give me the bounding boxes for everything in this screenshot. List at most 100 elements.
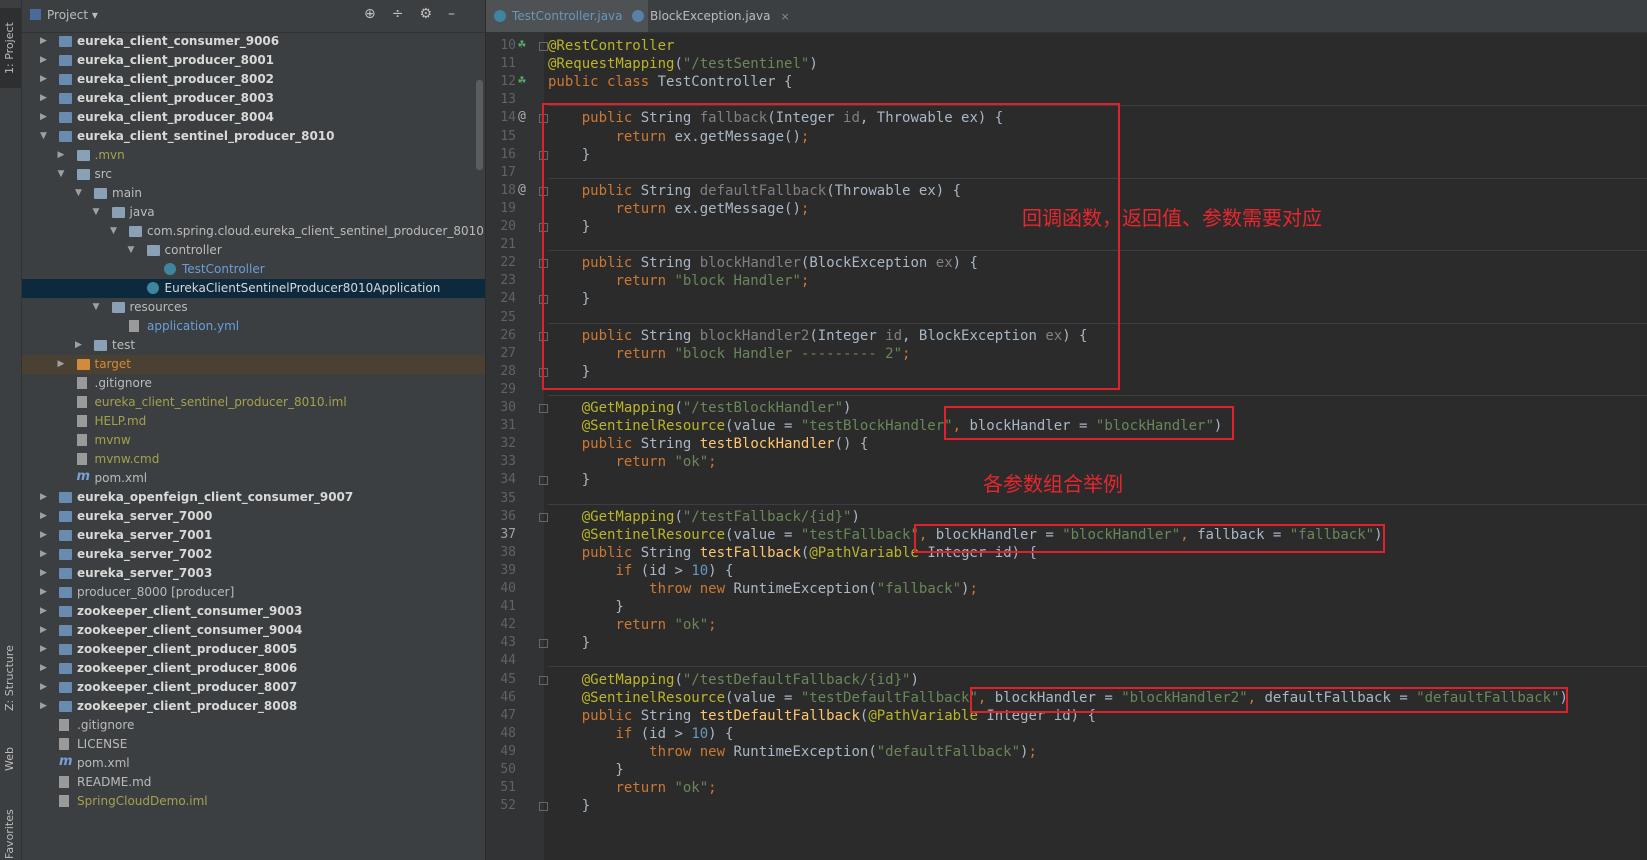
chevron-right-icon[interactable]: ▶: [40, 697, 47, 716]
tree-item[interactable]: ▼ eureka_client_sentinel_producer_8010: [22, 127, 485, 146]
tree-item[interactable]: LICENSE: [22, 735, 485, 754]
crosshair-icon[interactable]: ⊕: [364, 6, 392, 22]
tree-item[interactable]: ▼ controller: [22, 241, 485, 260]
tree-item[interactable]: ▶ eureka_client_producer_8004: [22, 108, 485, 127]
tree-item[interactable]: ▼ resources: [22, 298, 485, 317]
project-view-selector[interactable]: Project ▾: [30, 8, 98, 22]
spring-bean-icon[interactable]: ☘: [518, 37, 526, 52]
chevron-right-icon[interactable]: ▶: [40, 602, 47, 621]
tree-item[interactable]: ▶ .mvn: [22, 146, 485, 165]
tree-item[interactable]: eureka_client_sentinel_producer_8010.iml: [22, 393, 485, 412]
tree-item[interactable]: ▶ eureka_server_7002: [22, 545, 485, 564]
chevron-right-icon[interactable]: ▶: [40, 545, 47, 564]
tree-item[interactable]: mvnw: [22, 431, 485, 450]
chevron-right-icon[interactable]: ▶: [40, 51, 47, 70]
chevron-right-icon[interactable]: ▶: [40, 678, 47, 697]
tree-item[interactable]: ▶ zookeeper_client_producer_8005: [22, 640, 485, 659]
fold-marker-icon[interactable]: [539, 802, 548, 812]
tab-structure-vertical[interactable]: Z: Structure: [0, 625, 21, 715]
tree-item[interactable]: ▶ target: [22, 355, 485, 374]
collapse-icon[interactable]: ÷: [392, 6, 420, 22]
tree-item[interactable]: ▶ zookeeper_client_producer_8006: [22, 659, 485, 678]
tree-item[interactable]: .gitignore: [22, 716, 485, 735]
fallback-highlight-box: [914, 524, 1385, 553]
chevron-right-icon[interactable]: ▶: [40, 659, 47, 678]
tree-scrollbar[interactable]: [476, 80, 483, 170]
tree-item[interactable]: README.md: [22, 773, 485, 792]
tree-item[interactable]: ▶ eureka_client_consumer_9006: [22, 32, 485, 51]
tab-project-vertical[interactable]: 1: Project: [0, 8, 21, 88]
override-marker-icon[interactable]: @: [518, 109, 526, 124]
tree-item[interactable]: ▶ eureka_server_7003: [22, 564, 485, 583]
tree-item[interactable]: ▶ zookeeper_client_producer_8007: [22, 678, 485, 697]
folder-icon: [94, 188, 107, 199]
chevron-right-icon[interactable]: ▶: [40, 583, 47, 602]
chevron-right-icon[interactable]: ▶: [40, 621, 47, 640]
tree-item[interactable]: mvnw.cmd: [22, 450, 485, 469]
line-number: 23: [500, 273, 516, 289]
tree-item[interactable]: ▶ eureka_client_producer_8003: [22, 89, 485, 108]
gear-icon[interactable]: ⚙: [419, 6, 448, 22]
tree-item[interactable]: ▼ main: [22, 184, 485, 203]
tree-item[interactable]: ▼ com.spring.cloud.eureka_client_sentinel…: [22, 222, 485, 241]
tree-item[interactable]: SpringCloudDemo.iml: [22, 792, 485, 811]
fold-marker-icon[interactable]: [539, 476, 548, 486]
module-folder-icon: [59, 131, 72, 142]
chevron-down-icon[interactable]: ▼: [110, 222, 117, 241]
tree-item[interactable]: ▼ src: [22, 165, 485, 184]
close-icon[interactable]: ×: [780, 10, 789, 23]
tree-item[interactable]: m pom.xml: [22, 754, 485, 773]
chevron-down-icon[interactable]: ▼: [40, 127, 47, 146]
chevron-right-icon[interactable]: ▶: [40, 108, 47, 127]
tree-item[interactable]: ▶ zookeeper_client_consumer_9004: [22, 621, 485, 640]
chevron-down-icon[interactable]: ▼: [128, 241, 135, 260]
chevron-right-icon[interactable]: ▶: [40, 507, 47, 526]
tree-item[interactable]: ▶ eureka_openfeign_client_consumer_9007: [22, 488, 485, 507]
chevron-right-icon[interactable]: ▶: [58, 146, 65, 165]
chevron-down-icon[interactable]: ▼: [93, 203, 100, 222]
tree-item[interactable]: TestController: [22, 260, 485, 279]
chevron-right-icon[interactable]: ▶: [40, 70, 47, 89]
hide-icon[interactable]: –: [448, 6, 471, 22]
tree-item[interactable]: application.yml: [22, 317, 485, 336]
tab-blockexception[interactable]: BlockException.java ×: [624, 0, 795, 32]
tree-item[interactable]: .gitignore: [22, 374, 485, 393]
chevron-right-icon[interactable]: ▶: [40, 488, 47, 507]
chevron-down-icon[interactable]: ▼: [93, 298, 100, 317]
fold-marker-icon[interactable]: [539, 512, 548, 522]
tab-favorites-vertical[interactable]: Favorites: [0, 785, 21, 860]
tree-item[interactable]: ▶ producer_8000 [producer]: [22, 583, 485, 602]
line-number: 49: [500, 743, 516, 759]
tree-item[interactable]: ▶ eureka_server_7001: [22, 526, 485, 545]
chevron-right-icon[interactable]: ▶: [40, 640, 47, 659]
chevron-right-icon[interactable]: ▶: [58, 355, 65, 374]
fold-marker-icon[interactable]: [539, 675, 548, 685]
chevron-right-icon[interactable]: ▶: [75, 336, 82, 355]
chevron-right-icon[interactable]: ▶: [40, 32, 47, 51]
tree-item[interactable]: ▶ eureka_server_7000: [22, 507, 485, 526]
chevron-right-icon[interactable]: ▶: [40, 89, 47, 108]
chevron-down-icon[interactable]: ▼: [75, 184, 82, 203]
line-number: 10: [500, 38, 516, 53]
line-number: 42: [500, 617, 516, 633]
tree-item[interactable]: ▶ zookeeper_client_producer_8008: [22, 697, 485, 716]
tree-item[interactable]: EurekaClientSentinelProducer8010Applicat…: [22, 279, 485, 298]
fold-marker-icon[interactable]: [539, 42, 548, 51]
tree-item-label: EurekaClientSentinelProducer8010Applicat…: [164, 281, 441, 295]
chevron-right-icon[interactable]: ▶: [40, 564, 47, 583]
tab-web-vertical[interactable]: Web: [0, 725, 21, 775]
chevron-right-icon[interactable]: ▶: [40, 526, 47, 545]
fold-marker-icon[interactable]: [539, 639, 548, 649]
tree-item[interactable]: HELP.md: [22, 412, 485, 431]
code-line: @GetMapping("/testDefaultFallback/{id}"): [581, 671, 919, 688]
spring-bean-icon[interactable]: ☘: [518, 73, 526, 88]
fold-marker-icon[interactable]: [539, 404, 548, 413]
tree-item[interactable]: m pom.xml: [22, 469, 485, 488]
override-marker-icon[interactable]: @: [518, 182, 526, 197]
chevron-down-icon[interactable]: ▼: [58, 165, 65, 184]
tree-item[interactable]: ▶ test: [22, 336, 485, 355]
tree-item[interactable]: ▶ eureka_client_producer_8002: [22, 70, 485, 89]
tree-item[interactable]: ▶ eureka_client_producer_8001: [22, 51, 485, 70]
tree-item[interactable]: ▼ java: [22, 203, 485, 222]
tree-item[interactable]: ▶ zookeeper_client_consumer_9003: [22, 602, 485, 621]
